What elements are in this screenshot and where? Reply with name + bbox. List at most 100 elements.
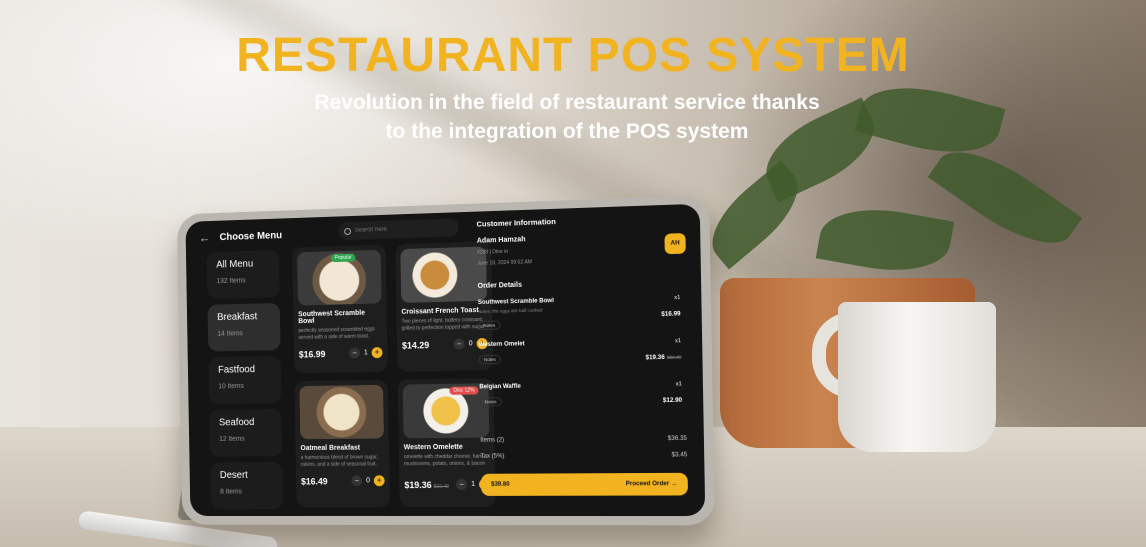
category-count: 14 Items [217,330,243,338]
proceed-label: Proceed Order [625,481,670,488]
minus-button[interactable]: − [453,338,465,350]
menu-grid: Popular Southwest Scramble Bowl perfectl… [292,241,499,517]
proceed-label-group: Proceed Order → [626,481,678,487]
menu-item-desc: omelette with cheddar cheese, ham, mushr… [403,453,486,468]
menu-item-desc: perfectly seasoned scrambled eggs served… [298,326,375,341]
menu-item-old-price: $22.49 [433,483,449,491]
popular-badge: Popular [330,253,356,263]
order-item-price: $12.90 [662,397,683,405]
minus-button[interactable]: − [351,475,363,487]
order-item-name: Belgian Waffle [479,383,521,391]
tax-label: Tax (5%) [480,453,505,460]
quantity-value: 0 [366,477,370,485]
order-item-name: Western Omelet [478,341,525,349]
quantity-stepper: − 0 + [351,475,385,487]
customer-name: Adam Hamzah [476,236,526,245]
order-item-price: $19.36 [645,354,665,362]
menu-card-partial[interactable] [399,515,496,517]
order-date: June 10, 2024 09:52 AM [477,259,533,267]
order-item-old-price: $22.49 [666,354,682,360]
card-footer: $16.49 − 0 + [300,475,385,487]
items-label: Items (2) [480,437,505,444]
order-item-qty: x1 [674,338,682,345]
category-breakfast[interactable]: Breakfast 14 Items [207,302,281,352]
hero-subtitle-line: to the integration of the POS system [385,120,749,143]
coffee-mug [838,302,996,452]
category-list: All Menu 132 Items Breakfast 14 Items Fa… [206,249,284,515]
quantity-value: 1 [471,480,476,488]
discount-badge: Disc 12% [449,386,479,395]
card-footer: $14.29 − 0 + [401,337,488,351]
plant-leaf [927,131,1083,264]
plus-button[interactable]: + [371,347,383,359]
order-item-note: Notes: the eggs are half cooked [478,307,543,315]
items-total-row: Items (2) $36.35 [480,436,687,444]
hero-subtitle: Revolution in the field of restaurant se… [0,88,1134,146]
category-desert[interactable]: Desert 8 Items [210,461,284,510]
tablet-device: ← Choose Menu All Menu 132 Items Breakfa… [176,195,715,526]
menu-item-price: $16.99 [298,348,326,360]
order-item-qty: x1 [674,294,681,302]
food-image [299,384,384,440]
food-image [400,246,487,303]
customer-info-title: Customer Information [476,216,556,229]
menu-card-partial[interactable] [296,515,391,517]
category-all-menu[interactable]: All Menu 132 Items [206,249,280,299]
menu-item-name: Croissant French Toast [401,306,479,316]
order-item-qty: x1 [675,381,682,388]
order-summary: Items (2) $36.35 Tax (5%) $3.45 [480,425,688,460]
search-icon [344,227,352,235]
proceed-order-button[interactable]: $39.80 Proceed Order → [480,472,689,496]
minus-button[interactable]: − [456,478,468,490]
minus-button[interactable]: − [349,347,361,359]
quantity-value: 1 [363,349,368,357]
notes-button[interactable]: Notes [479,397,502,407]
avatar[interactable]: AH [664,233,686,255]
notes-button[interactable]: Notes [478,354,501,365]
menu-item-price: $19.36 [404,480,432,491]
arrow-right-icon: → [670,481,678,488]
order-item-price: $16.99 [661,311,681,318]
category-seafood[interactable]: Seafood 12 Items [209,408,283,457]
category-name: Seafood [218,417,255,429]
menu-card[interactable]: Oatmeal Breakfast a harmonious blend of … [294,379,391,508]
category-count: 10 Items [218,383,244,391]
menu-item-name: Southwest Scramble Bowl [298,309,366,326]
menu-card[interactable]: Popular Southwest Scramble Bowl perfectl… [292,244,388,374]
category-name: All Menu [216,258,254,271]
page-title: Choose Menu [219,229,283,243]
quantity-stepper: − 1 + [349,347,383,359]
quantity-value: 0 [468,340,473,348]
category-name: Breakfast [217,311,258,324]
menu-item-desc: Two pieces of light, buttery croissant, … [401,316,485,332]
category-count: 132 Items [216,277,246,286]
search-input[interactable] [354,224,453,234]
category-name: Fastfood [217,364,256,376]
category-fastfood[interactable]: Fastfood 10 Items [208,355,282,405]
menu-item-desc: a harmonious blend of brown sugar, raisi… [300,454,378,468]
price-group: $19.36 $22.49 [404,475,449,493]
order-item[interactable]: Western Omelet Notes x1 $19.36 $22.49 [479,338,693,374]
menu-item-price: $14.29 [401,339,430,351]
plant-leaf [815,199,955,281]
order-item[interactable]: Southwest Scramble Bowl Notes: the eggs … [478,295,692,332]
order-item[interactable]: Belgian Waffle Notes x1 $12.90 [479,381,693,416]
plus-button[interactable]: + [373,475,385,487]
search-bar[interactable] [338,218,459,241]
menu-item-name: Oatmeal Breakfast [300,444,361,453]
card-footer: $19.36$22.49 − 1 + [404,475,491,493]
order-details-title: Order Details [477,281,523,290]
order-panel: Customer Information Adam Hamzah #289 | … [476,212,694,506]
back-arrow-icon[interactable]: ← [199,231,211,245]
hero-title: RESTAURANT POS SYSTEM [236,29,910,82]
hero-subtitle-line: Revolution in the field of restaurant se… [314,91,820,114]
category-count: 12 Items [219,435,245,443]
category-count: 8 Items [220,488,242,496]
tax-row: Tax (5%) $3.45 [481,452,688,460]
category-name: Desert [219,470,248,481]
menu-item-price: $16.49 [300,476,328,486]
notes-button[interactable]: Notes [478,320,501,331]
card-footer: $16.99 − 1 + [299,347,383,359]
items-total: $36.35 [667,435,688,443]
tax-value: $3.45 [671,452,688,459]
